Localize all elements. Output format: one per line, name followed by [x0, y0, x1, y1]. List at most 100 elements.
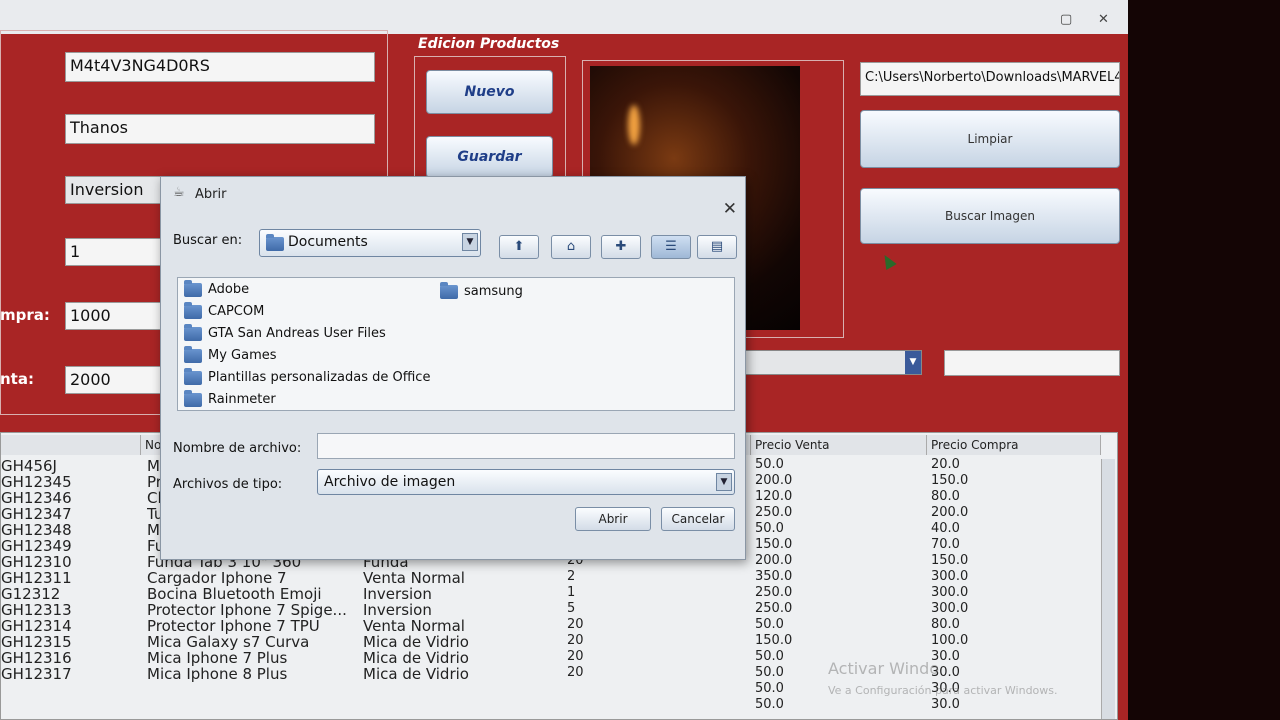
column-header[interactable]: Precio Venta	[751, 435, 927, 455]
mouse-cursor-icon	[879, 251, 897, 271]
watermark-line: Ve a Configuración para activar Windows.	[828, 684, 1058, 697]
table-cell: 200.0	[931, 505, 969, 520]
column-header[interactable]: Precio Compra	[927, 435, 1101, 455]
folder-item[interactable]: samsung	[440, 281, 523, 299]
table-cell: 350.0	[755, 569, 793, 584]
folder-label: Plantillas personalizadas de Office	[208, 370, 431, 385]
table-cell: 50.0	[755, 617, 784, 632]
folder-icon	[184, 323, 202, 341]
filetype-label: Archivos de tipo:	[173, 477, 283, 492]
sale-price-field[interactable]: 2000	[65, 366, 165, 394]
table-cell: 50.0	[755, 521, 784, 536]
chevron-down-icon[interactable]: ▼	[905, 351, 921, 374]
edition-title: Edicion Productos	[418, 36, 560, 52]
up-folder-icon[interactable]: ⬆	[499, 235, 539, 259]
purchase-price-field[interactable]: 1000	[65, 302, 165, 330]
table-cell: 1	[567, 585, 576, 600]
table-cell: 250.0	[755, 585, 793, 600]
image-highlight	[628, 105, 640, 145]
limpiar-button[interactable]: Limpiar	[860, 110, 1120, 168]
close-window-icon[interactable]: ✕	[1098, 12, 1109, 27]
look-in-value: Documents	[288, 234, 368, 250]
table-cell: 200.0	[755, 553, 793, 568]
dialog-title: Abrir	[195, 187, 227, 202]
table-cell: 50.0	[755, 457, 784, 472]
nuevo-button[interactable]: Nuevo	[426, 70, 553, 114]
cancel-button[interactable]: Cancelar	[661, 507, 735, 531]
maximize-icon[interactable]: ▢	[1060, 12, 1072, 27]
folder-icon	[440, 281, 458, 299]
image-path-field[interactable]: C:\Users\Norberto\Downloads\MARVEL4.jpg	[860, 62, 1120, 96]
search-field[interactable]	[944, 350, 1120, 376]
chevron-down-icon[interactable]: ▼	[716, 473, 732, 491]
filename-label: Nombre de archivo:	[173, 441, 302, 456]
folder-item[interactable]: Adobe	[184, 279, 250, 297]
open-button[interactable]: Abrir	[575, 507, 651, 531]
table-cell: 70.0	[931, 537, 960, 552]
filter-combo[interactable]: ▼	[742, 350, 922, 375]
look-in-combo[interactable]: Documents ▼	[259, 229, 481, 257]
folder-item[interactable]: Rainmeter	[184, 389, 276, 407]
category-combo[interactable]: Inversion	[65, 176, 165, 204]
table-cell: 300.0	[931, 601, 969, 616]
file-list[interactable]: Adobe CAPCOM GTA San Andreas User Files …	[177, 277, 735, 411]
filename-input[interactable]	[317, 433, 735, 459]
table-scrollbar[interactable]	[1101, 459, 1115, 719]
activation-watermark: Activar Windo Ve a Configuración para ac…	[828, 658, 1058, 702]
home-icon[interactable]: ⌂	[551, 235, 591, 259]
folder-icon	[184, 389, 202, 407]
folder-label: Adobe	[208, 282, 250, 297]
folder-label: My Games	[208, 348, 277, 363]
new-folder-icon[interactable]: ✚	[601, 235, 641, 259]
screen-edge	[1128, 0, 1280, 720]
folder-icon	[184, 345, 202, 363]
table-row[interactable]: GH12313 Protector Iphone 7 Spige... Invers…	[1, 601, 1101, 619]
folder-item[interactable]: Plantillas personalizadas de Office	[184, 367, 431, 385]
quantity-field[interactable]: 1	[65, 238, 165, 266]
folder-item[interactable]: CAPCOM	[184, 301, 264, 319]
table-cell: 20	[567, 665, 584, 680]
details-view-icon[interactable]: ▤	[697, 235, 737, 259]
table-row[interactable]: GH12315 Mica Galaxy s7 Curva Mica de Vidri…	[1, 633, 1101, 651]
table-cell: 250.0	[755, 505, 793, 520]
guardar-button[interactable]: Guardar	[426, 136, 553, 178]
list-view-icon[interactable]: ☰	[651, 235, 691, 259]
folder-label: Rainmeter	[208, 392, 276, 407]
table-row[interactable]: GH12311 Cargador Iphone 7 Venta Normal 2 350…	[1, 569, 1101, 587]
java-icon: ☕	[173, 185, 185, 200]
table-cell: 150.0	[755, 537, 793, 552]
table-cell: 200.0	[755, 473, 793, 488]
table-cell: 50.0	[755, 649, 784, 664]
close-icon[interactable]: ✕	[723, 199, 737, 219]
table-cell: 250.0	[755, 601, 793, 616]
table-cell: 150.0	[931, 473, 969, 488]
app-window: ▢ ✕ M4t4V3NG4D0RS Thanos Inversion 1 mpr…	[0, 0, 1280, 720]
table-row[interactable]: GH12314 Protector Iphone 7 TPU Venta Norma…	[1, 617, 1101, 635]
table-cell: 20.0	[931, 457, 960, 472]
code-field[interactable]: M4t4V3NG4D0RS	[65, 52, 375, 82]
chevron-down-icon[interactable]: ▼	[462, 233, 478, 251]
folder-item[interactable]: GTA San Andreas User Files	[184, 323, 386, 341]
purchase-price-label: mpra:	[0, 306, 50, 324]
table-row[interactable]: G12312 Bocina Bluetooth Emoji Inversion 1 25…	[1, 585, 1101, 603]
buscar-imagen-button[interactable]: Buscar Imagen	[860, 188, 1120, 244]
folder-icon	[184, 279, 202, 297]
table-cell: 150.0	[931, 553, 969, 568]
sale-price-label: nta:	[0, 370, 34, 388]
table-cell: 50.0	[755, 681, 784, 696]
open-file-dialog: ☕ Abrir ✕ Buscar en: Documents ▼ ⬆ ⌂ ✚ ☰…	[160, 176, 746, 560]
folder-icon	[184, 301, 202, 319]
table-cell: 20	[567, 617, 584, 632]
table-cell: 80.0	[931, 489, 960, 504]
table-cell: 50.0	[755, 665, 784, 680]
name-field[interactable]: Thanos	[65, 114, 375, 144]
filetype-combo[interactable]: Archivo de imagen ▼	[317, 469, 735, 495]
folder-item[interactable]: My Games	[184, 345, 277, 363]
table-cell: 120.0	[755, 489, 793, 504]
table-cell: 40.0	[931, 521, 960, 536]
table-cell: 20	[567, 633, 584, 648]
table-cell: 300.0	[931, 585, 969, 600]
column-header[interactable]	[1, 435, 141, 455]
look-in-label: Buscar en:	[173, 233, 243, 248]
table-cell: 150.0	[755, 633, 793, 648]
